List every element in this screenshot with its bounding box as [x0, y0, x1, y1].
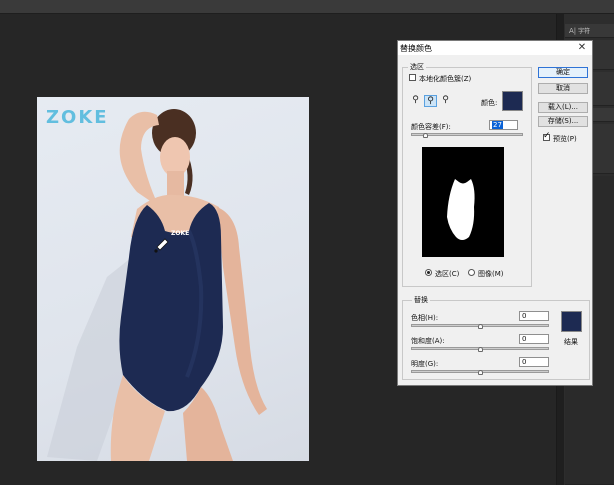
saturation-label: 饱和度(A):	[411, 337, 445, 345]
selection-color-swatch[interactable]	[502, 91, 523, 111]
lightness-slider-thumb[interactable]	[478, 370, 483, 375]
lightness-input[interactable]: 0	[519, 357, 549, 367]
color-label: 颜色:	[481, 99, 498, 107]
saturation-slider-thumb[interactable]	[478, 347, 483, 352]
dialog-title-bar[interactable]: 替换颜色 ✕	[398, 41, 592, 55]
character-panel-tab[interactable]: A| 字符	[565, 24, 614, 38]
load-button[interactable]: 载入(L)...	[538, 102, 588, 113]
mask-preview-image	[447, 179, 475, 240]
replace-color-dialog: 替换颜色 ✕ 选区 本地化颜色簇(Z) ⚲ ⚲ ⚲ 颜色: 颜色容差(F): 2…	[397, 40, 593, 386]
fuzziness-input[interactable]: 27	[489, 120, 518, 130]
lightness-label: 明度(G):	[411, 360, 439, 368]
fuzziness-slider[interactable]	[411, 133, 523, 136]
dialog-title: 替换颜色	[400, 44, 432, 53]
app-menu-bar	[0, 0, 614, 14]
eyedropper-plus-icon[interactable]: ⚲	[424, 95, 437, 107]
model-photo: ZOKE	[47, 109, 267, 461]
ok-button[interactable]: 确定	[538, 67, 588, 78]
hue-label: 色相(H):	[411, 314, 439, 322]
result-label: 结果	[564, 338, 578, 346]
selection-group-label: 选区	[408, 62, 426, 72]
close-icon[interactable]: ✕	[576, 41, 588, 55]
eyedropper-minus-icon[interactable]: ⚲	[439, 95, 452, 107]
view-selection-label: 选区(C)	[435, 270, 460, 278]
svg-text:ZOKE: ZOKE	[171, 230, 189, 237]
hue-input[interactable]: 0	[519, 311, 549, 321]
fuzziness-label: 颜色容差(F):	[411, 123, 451, 131]
view-image-label: 图像(M)	[478, 270, 504, 278]
checkmark-icon: ✓	[543, 131, 551, 141]
cancel-button[interactable]: 取消	[538, 83, 588, 94]
result-color-swatch[interactable]	[561, 311, 582, 332]
preview-label: 预览(P)	[553, 135, 577, 143]
saturation-input[interactable]: 0	[519, 334, 549, 344]
selection-mask-preview	[422, 147, 504, 257]
save-button[interactable]: 存储(S)...	[538, 116, 588, 127]
document-canvas[interactable]: ZOKE ZOKE	[37, 97, 309, 461]
localized-clusters-checkbox[interactable]	[409, 74, 416, 81]
localized-clusters-label: 本地化颜色簇(Z)	[419, 75, 472, 83]
fuzziness-slider-thumb[interactable]	[422, 133, 428, 138]
eyedropper-icon[interactable]: ⚲	[409, 95, 422, 107]
view-image-radio[interactable]	[468, 269, 475, 276]
text-icon: A|	[569, 27, 577, 35]
replace-group-label: 替换	[412, 295, 430, 305]
view-selection-radio[interactable]	[425, 269, 432, 276]
hue-slider-thumb[interactable]	[478, 324, 483, 329]
